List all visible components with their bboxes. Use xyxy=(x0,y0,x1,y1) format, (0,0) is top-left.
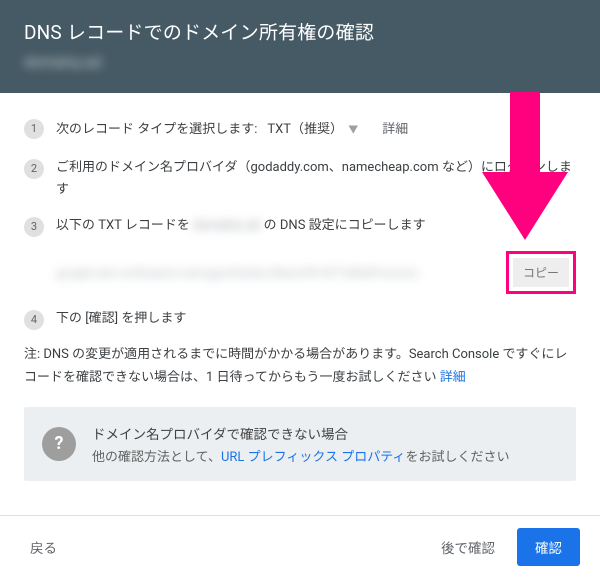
step-3-pre: 以下の TXT レコードを xyxy=(56,218,193,233)
back-button[interactable]: 戻る xyxy=(20,529,67,565)
note-detail-link[interactable]: 詳細 xyxy=(440,370,466,385)
confirm-button[interactable]: 確認 xyxy=(517,528,580,566)
dialog-footer: 戻る 後で確認 確認 xyxy=(0,515,600,578)
record-type-select[interactable]: TXT（推奨） ▼ xyxy=(263,117,362,143)
dns-note: 注: DNS の変更が適用されるまでに時間がかかる場合があります。Search … xyxy=(24,344,576,388)
step-3-post: の DNS 設定にコピーします xyxy=(260,218,425,233)
step-3: 3 以下の TXT レコードを domainy ad の DNS 設定にコピーし… xyxy=(24,215,576,237)
alternate-method-box: ? ドメイン名プロバイダで確認できない場合 他の確認方法として、URL プレフィ… xyxy=(24,407,576,481)
question-icon: ? xyxy=(42,427,76,461)
alt-body-pre: 他の確認方法として、 xyxy=(92,450,221,465)
alt-body: 他の確認方法として、URL プレフィックス プロパティをお試しください xyxy=(92,446,509,465)
copy-highlight: コピー xyxy=(506,251,576,294)
alt-title: ドメイン名プロバイダで確認できない場合 xyxy=(92,423,509,443)
later-button[interactable]: 後で確認 xyxy=(431,529,505,565)
step-4-text: 下の [確認] を押します xyxy=(56,308,576,330)
alt-body-post: をお試しください xyxy=(405,450,509,465)
chevron-down-icon: ▼ xyxy=(348,125,358,136)
step-2: 2 ご利用のドメイン名プロバイダ（godaddy.com、namecheap.c… xyxy=(24,157,576,201)
step-number: 4 xyxy=(24,310,44,330)
step-2-text: ご利用のドメイン名プロバイダ（godaddy.com、namecheap.com… xyxy=(56,157,576,201)
step-3-text: 以下の TXT レコードを domainy ad の DNS 設定にコピーします xyxy=(56,215,576,237)
url-prefix-link[interactable]: URL プレフィックス プロパティ xyxy=(221,450,405,465)
dialog-title: DNS レコードでのドメイン所有権の確認 xyxy=(24,18,576,45)
step-1-text: 次のレコード タイプを選択します: xyxy=(56,119,257,141)
step-4: 4 下の [確認] を押します xyxy=(24,308,576,330)
dialog-content: 1 次のレコード タイプを選択します: TXT（推奨） ▼ 詳細 2 ご利用のド… xyxy=(0,93,600,493)
step-number: 3 xyxy=(24,217,44,237)
detail-link[interactable]: 詳細 xyxy=(382,119,408,141)
step-3-domain-blur: domainy ad xyxy=(193,215,260,237)
domain-name-blurred: domainy.ad xyxy=(24,53,101,71)
txt-record-value[interactable]: google-site-verification=ubmgxj1Kt2dsy-W… xyxy=(56,266,496,280)
copy-button[interactable]: コピー xyxy=(513,258,569,287)
step-number: 1 xyxy=(24,119,44,139)
txt-record-row: google-site-verification=ubmgxj1Kt2dsy-W… xyxy=(56,251,576,294)
dialog-header: DNS レコードでのドメイン所有権の確認 domainy.ad xyxy=(0,0,600,93)
step-1: 1 次のレコード タイプを選択します: TXT（推奨） ▼ 詳細 xyxy=(24,117,576,143)
note-text: 注: DNS の変更が適用されるまでに時間がかかる場合があります。Search … xyxy=(24,347,567,384)
record-type-value: TXT（推奨） xyxy=(267,122,343,137)
step-number: 2 xyxy=(24,159,44,179)
